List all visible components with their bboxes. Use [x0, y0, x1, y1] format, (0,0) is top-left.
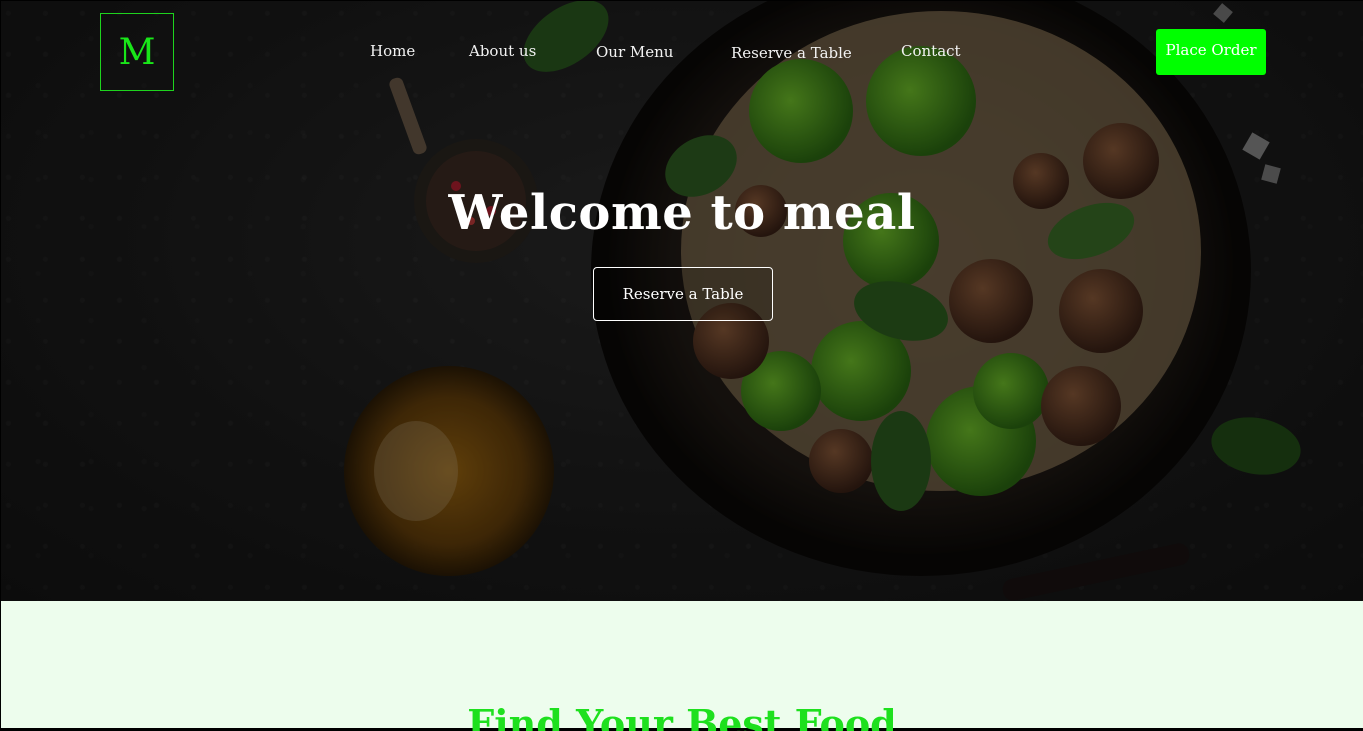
section-title: Find Your Best Food — [467, 701, 897, 731]
find-food-section: Find Your Best Food — [1, 601, 1363, 731]
hero-section: M Home About us Our Menu Reserve a Table… — [1, 1, 1363, 601]
nav-about-us[interactable]: About us — [469, 42, 536, 60]
logo[interactable]: M — [100, 13, 174, 91]
reserve-table-button[interactable]: Reserve a Table — [593, 267, 773, 321]
nav-reserve-table[interactable]: Reserve a Table — [731, 44, 852, 62]
nav-home[interactable]: Home — [370, 42, 415, 60]
nav-our-menu[interactable]: Our Menu — [596, 43, 673, 61]
nav-contact[interactable]: Contact — [901, 42, 961, 60]
place-order-button[interactable]: Place Order — [1156, 29, 1266, 75]
hero-title: Welcome to meal — [448, 185, 916, 241]
